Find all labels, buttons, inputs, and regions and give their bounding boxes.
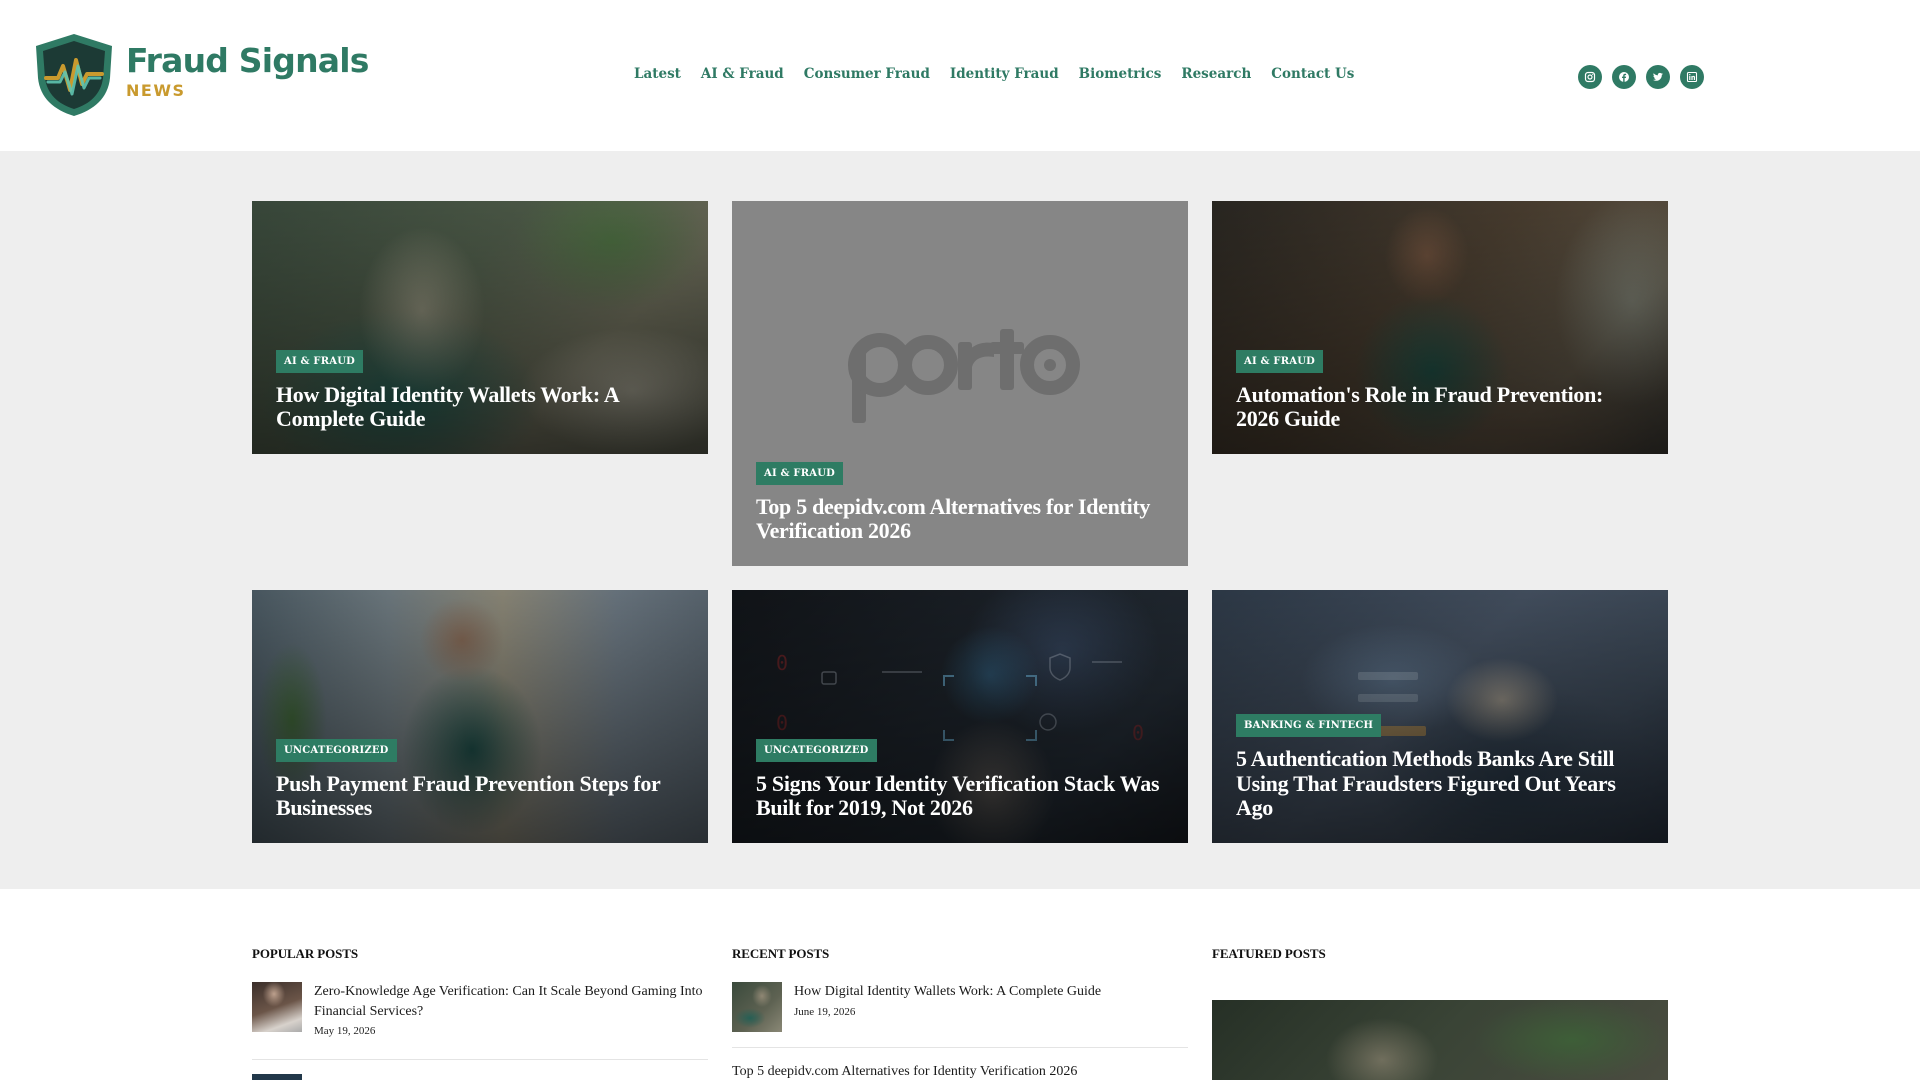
card-title[interactable]: 5 Signs Your Identity Verification Stack… [756, 771, 1164, 821]
card-title[interactable]: Push Payment Fraud Prevention Steps for … [276, 771, 684, 821]
card-title[interactable]: Top 5 deepidv.com Alternatives for Ident… [756, 494, 1164, 544]
divider [732, 1047, 1188, 1048]
social-links [1578, 65, 1704, 89]
facebook-icon[interactable] [1612, 65, 1636, 89]
brand-name: Fraud Signals [126, 41, 369, 80]
instagram-icon[interactable] [1578, 65, 1602, 89]
popular-post-item[interactable]: Zero-Knowledge Age Verification: Can It … [252, 982, 708, 1037]
nav-consumer-fraud[interactable]: Consumer Fraud [804, 66, 930, 82]
post-title[interactable]: How Digital Identity Wallets Work: A Com… [794, 982, 1101, 1002]
category-badge[interactable]: UNCATEGORIZED [756, 738, 877, 762]
post-title[interactable]: Top 5 deepidv.com Alternatives for Ident… [732, 1062, 1077, 1080]
category-badge[interactable]: BANKING & FINTECH [1236, 714, 1382, 738]
category-badge[interactable]: UNCATEGORIZED [276, 738, 397, 762]
featured-posts-heading: FEATURED POSTS [1212, 946, 1326, 961]
nav-biometrics[interactable]: Biometrics [1079, 66, 1162, 82]
main-nav: Latest AI & Fraud Consumer Fraud Identit… [634, 66, 1354, 82]
post-date: May 19, 2026 [314, 1025, 376, 1038]
hero-card[interactable]: AI & FRAUD Top 5 deepidv.com Alternative… [732, 201, 1188, 566]
post-date: June 19, 2026 [794, 1005, 856, 1018]
nav-research[interactable]: Research [1181, 66, 1251, 82]
nav-identity-fraud[interactable]: Identity Fraud [950, 66, 1059, 82]
hero-section: AI & FRAUD How Digital Identity Wallets … [0, 151, 1920, 889]
recent-post-item[interactable]: How Digital Identity Wallets Work: A Com… [732, 982, 1188, 1032]
twitter-icon[interactable] [1646, 65, 1670, 89]
post-thumbnail[interactable] [252, 982, 302, 1032]
category-badge[interactable]: AI & FRAUD [276, 349, 363, 373]
linkedin-icon[interactable] [1680, 65, 1704, 89]
nav-contact-us[interactable]: Contact Us [1271, 66, 1354, 82]
popular-posts-heading: POPULAR POSTS [252, 946, 358, 961]
card-title[interactable]: How Digital Identity Wallets Work: A Com… [276, 382, 684, 432]
post-thumbnail[interactable] [252, 1074, 302, 1080]
brand-tagline: NEWS [126, 81, 186, 100]
nav-ai-fraud[interactable]: AI & Fraud [701, 66, 784, 82]
divider [252, 1059, 708, 1060]
site-header: Fraud Signals NEWS Latest AI & Fraud Con… [0, 0, 1920, 151]
card-title[interactable]: Automation's Role in Fraud Prevention: 2… [1236, 382, 1644, 432]
shield-logo-icon [36, 34, 112, 116]
featured-post-image[interactable] [1212, 1000, 1668, 1080]
post-thumbnail[interactable] [732, 982, 782, 1032]
hero-card[interactable]: AI & FRAUD How Digital Identity Wallets … [252, 201, 708, 454]
recent-posts-heading: RECENT POSTS [732, 946, 830, 961]
site-logo[interactable]: Fraud Signals NEWS [32, 32, 369, 118]
nav-latest[interactable]: Latest [634, 66, 681, 82]
recent-post-item[interactable]: Top 5 deepidv.com Alternatives for Ident… [732, 1062, 1188, 1080]
hero-card[interactable]: AI & FRAUD Automation's Role in Fraud Pr… [1212, 201, 1668, 454]
hero-card[interactable]: UNCATEGORIZED Push Payment Fraud Prevent… [252, 590, 708, 843]
category-badge[interactable]: AI & FRAUD [756, 461, 843, 485]
hero-card[interactable]: BANKING & FINTECH 5 Authentication Metho… [1212, 590, 1668, 843]
post-title[interactable]: Zero-Knowledge Age Verification: Can It … [314, 982, 708, 1021]
hero-card[interactable]: 000 UNCATEGORIZED 5 Signs Your Identity … [732, 590, 1188, 843]
card-title[interactable]: 5 Authentication Methods Banks Are Still… [1236, 746, 1644, 821]
category-badge[interactable]: AI & FRAUD [1236, 349, 1323, 373]
